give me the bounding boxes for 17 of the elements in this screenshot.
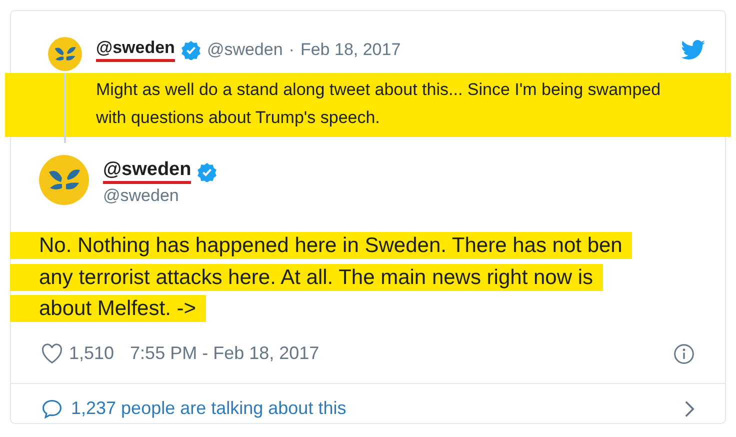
chevron-right-icon[interactable]: [684, 400, 695, 418]
conversation-link[interactable]: 1,237 people are talking about this: [71, 398, 346, 419]
separator: ·: [288, 38, 294, 60]
timestamp[interactable]: 7:55 PM - Feb 18, 2017: [130, 343, 320, 364]
handle: @sweden: [103, 185, 180, 207]
display-name[interactable]: @sweden: [103, 159, 192, 184]
tweet-date[interactable]: Feb 18, 2017: [300, 38, 401, 60]
like-count: 1,510: [69, 343, 114, 364]
display-name[interactable]: @sweden: [96, 37, 175, 62]
speech-bubble-icon[interactable]: [41, 398, 63, 420]
heart-icon[interactable]: [41, 343, 63, 364]
info-icon[interactable]: [673, 342, 695, 364]
avatar: [48, 37, 82, 71]
quoted-tweet-text: Might as well do a stand along tweet about this... Since I'm being swamped with questions about Trump's speech.: [96, 79, 662, 129]
avatar: [39, 155, 89, 205]
bird-icon[interactable]: [681, 40, 705, 60]
handle: @sweden: [206, 38, 283, 60]
